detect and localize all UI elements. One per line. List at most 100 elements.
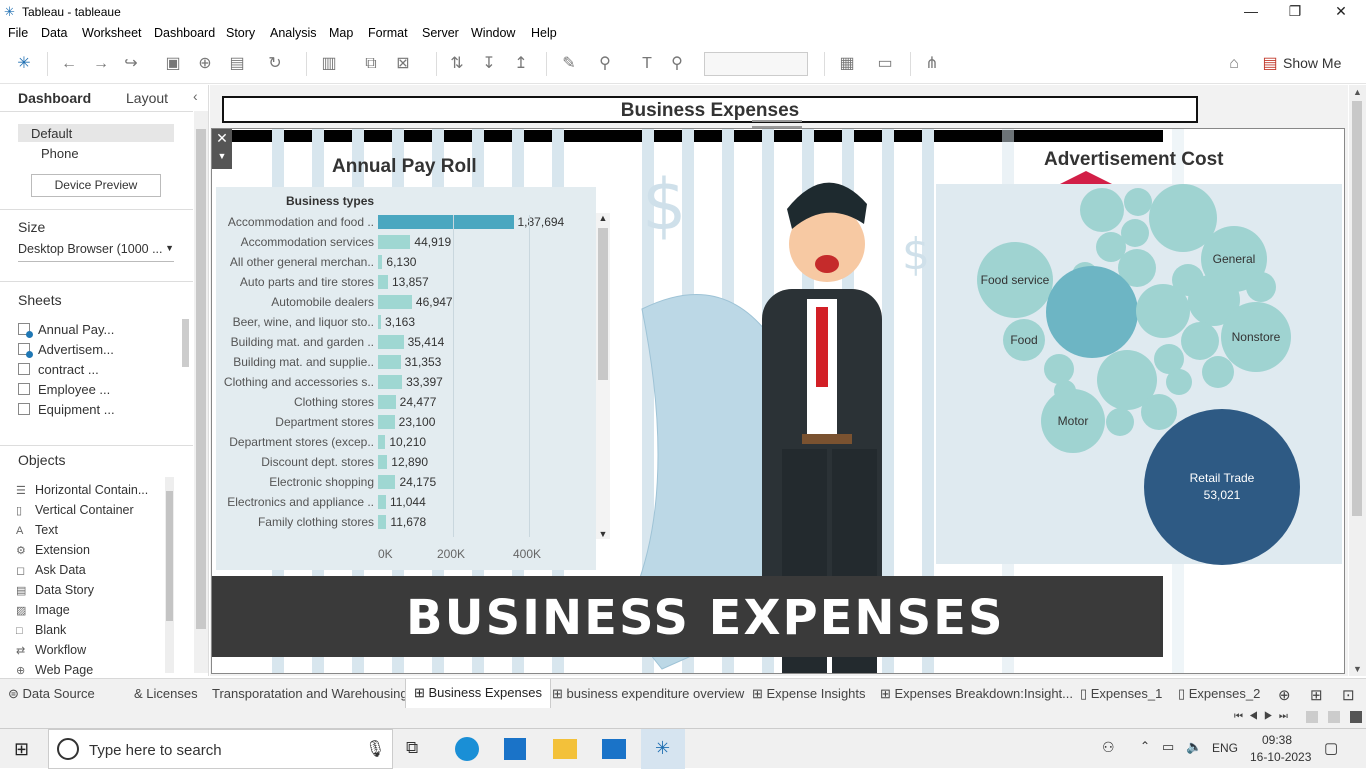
microphone-icon[interactable]: 🎙 bbox=[365, 739, 385, 759]
scroll-down-icon[interactable]: ▼ bbox=[1349, 664, 1366, 674]
bar[interactable] bbox=[378, 255, 383, 269]
table-row[interactable]: Auto parts and tire stores 13,857 bbox=[216, 272, 596, 292]
tab-expenses-1[interactable]: ▯ Expenses_1 bbox=[1080, 686, 1162, 702]
sheet-item[interactable]: contract ... bbox=[18, 362, 99, 377]
table-row[interactable]: Accommodation services 44,919 bbox=[216, 232, 596, 252]
bar[interactable] bbox=[378, 515, 387, 529]
pause-update-icon[interactable]: ▤ bbox=[226, 53, 248, 75]
menu-story[interactable]: Story bbox=[226, 26, 255, 40]
bar[interactable] bbox=[378, 415, 395, 429]
tab-expense-insights[interactable]: ⊞ Expense Insights bbox=[752, 686, 866, 702]
store-icon[interactable] bbox=[504, 738, 526, 760]
show-sheet-sorter-icon[interactable] bbox=[1328, 711, 1340, 723]
object-vertical-container[interactable]: ▯ Vertical Container bbox=[16, 503, 134, 517]
object-text[interactable]: A Text bbox=[16, 523, 58, 537]
table-row[interactable]: Beer, wine, and liquor sto.. 3,163 bbox=[216, 312, 596, 332]
task-view-icon[interactable]: ⧉ bbox=[406, 738, 418, 758]
canvas-scrollbar[interactable]: ▲ ▼ bbox=[1349, 85, 1366, 676]
sort-descending-icon[interactable]: ↥ bbox=[510, 53, 532, 75]
bar[interactable] bbox=[378, 355, 401, 369]
show-me-button[interactable]: Show Me bbox=[1283, 55, 1341, 71]
sheet-item[interactable]: Employee ... bbox=[18, 382, 110, 397]
tab-licenses[interactable]: & Licenses bbox=[134, 686, 198, 701]
device-preview-button[interactable]: Device Preview bbox=[31, 174, 161, 197]
collapse-panel-icon[interactable]: ‹ bbox=[193, 88, 198, 104]
payroll-scrollbar[interactable]: ▲ ▼ bbox=[596, 213, 610, 539]
bubble-food-service[interactable]: Food service bbox=[977, 242, 1053, 318]
refresh-icon[interactable]: ↻ bbox=[264, 53, 286, 75]
bubble-motor[interactable]: Motor bbox=[1041, 389, 1105, 453]
bubble-large[interactable] bbox=[1046, 266, 1138, 358]
clock-date[interactable]: 16-10-2023 bbox=[1250, 750, 1311, 764]
object-image[interactable]: ▨ Image bbox=[16, 603, 70, 617]
table-row[interactable]: Building mat. and supplie.. 31,353 bbox=[216, 352, 596, 372]
bar[interactable] bbox=[378, 455, 388, 469]
scroll-up-icon[interactable]: ▲ bbox=[1349, 87, 1366, 97]
bar[interactable] bbox=[378, 275, 388, 289]
tab-dashboard[interactable]: Dashboard bbox=[18, 90, 91, 106]
bubble-retail-trade[interactable]: Retail Trade 53,021 bbox=[1144, 409, 1300, 565]
bar[interactable] bbox=[378, 295, 412, 309]
swap-icon[interactable]: ⇅ bbox=[446, 53, 468, 75]
tab-data-source[interactable]: ⊜ Data Source bbox=[8, 686, 95, 702]
show-me-icon[interactable]: ▤ bbox=[1259, 53, 1281, 75]
object-extension[interactable]: ⚙ Extension bbox=[16, 543, 90, 557]
bubble-food[interactable]: Food bbox=[1003, 319, 1045, 361]
table-row[interactable]: Clothing stores 24,477 bbox=[216, 392, 596, 412]
presentation-mode-icon[interactable]: ▭ bbox=[874, 53, 896, 75]
bar[interactable] bbox=[378, 395, 396, 409]
device-phone[interactable]: Phone bbox=[41, 146, 79, 161]
menu-help[interactable]: Help bbox=[531, 26, 557, 40]
menu-worksheet[interactable]: Worksheet bbox=[82, 26, 142, 40]
share-icon[interactable]: ⋔ bbox=[921, 53, 943, 75]
object-blank[interactable]: □ Blank bbox=[16, 623, 66, 637]
panel-scrollbar[interactable] bbox=[194, 111, 208, 673]
new-worksheet-icon[interactable]: ▥ bbox=[318, 53, 340, 75]
show-tabs-icon[interactable] bbox=[1350, 711, 1362, 723]
close-icon[interactable]: ✕ bbox=[1318, 0, 1364, 24]
new-datasource-icon[interactable]: ⊕ bbox=[194, 53, 216, 75]
table-row[interactable]: Building mat. and garden .. 35,414 bbox=[216, 332, 596, 352]
menu-format[interactable]: Format bbox=[368, 26, 408, 40]
clock-time[interactable]: 09:38 bbox=[1262, 733, 1292, 747]
sheet-navigation-icon[interactable]: ⏮◀▶⏭ bbox=[1234, 711, 1294, 722]
object-web-page[interactable]: ⊕ Web Page bbox=[16, 663, 93, 677]
edge-browser-icon[interactable] bbox=[455, 737, 479, 761]
bar[interactable] bbox=[378, 495, 386, 509]
highlight-icon[interactable]: ✎ bbox=[558, 53, 580, 75]
sheet-item[interactable]: Equipment ... bbox=[18, 402, 115, 417]
object-horizontal-container[interactable]: ☰ Horizontal Contain... bbox=[16, 483, 148, 497]
new-story-tab-icon[interactable]: ⊡ bbox=[1342, 686, 1355, 704]
container-handle[interactable]: ✕ ▼ bbox=[212, 129, 232, 169]
bar[interactable] bbox=[378, 315, 381, 329]
windows-start-icon[interactable]: ⊞ bbox=[14, 739, 29, 760]
table-row[interactable]: All other general merchan.. 6,130 bbox=[216, 252, 596, 272]
replay-icon[interactable]: ↪ bbox=[120, 53, 142, 75]
menu-analysis[interactable]: Analysis bbox=[270, 26, 317, 40]
sheet-item[interactable]: Advertisem... bbox=[18, 342, 114, 358]
restore-icon[interactable]: ❐ bbox=[1272, 0, 1318, 24]
show-cards-icon[interactable]: ▦ bbox=[836, 53, 858, 75]
pin-icon[interactable]: ⚲ bbox=[666, 53, 688, 75]
table-row[interactable]: Automobile dealers 46,947 bbox=[216, 292, 596, 312]
dashboard-title-box[interactable]: Business Expenses bbox=[222, 96, 1198, 123]
menu-data[interactable]: Data bbox=[41, 26, 67, 40]
table-row[interactable]: Department stores 23,100 bbox=[216, 412, 596, 432]
clear-sheet-icon[interactable]: ⊠ bbox=[392, 53, 414, 75]
bar[interactable] bbox=[378, 215, 514, 229]
drag-handle[interactable] bbox=[752, 120, 802, 128]
fit-dropdown[interactable] bbox=[704, 52, 808, 76]
tab-transportation[interactable]: Transporatation and Warehousing bbox=[212, 686, 408, 701]
redo-icon[interactable]: → bbox=[90, 53, 112, 75]
close-icon[interactable]: ✕ bbox=[212, 129, 232, 147]
bar[interactable] bbox=[378, 335, 404, 349]
tableau-taskbar-button[interactable]: ✳ bbox=[641, 729, 685, 769]
save-icon[interactable]: ▣ bbox=[162, 53, 184, 75]
tab-expenses-2[interactable]: ▯ Expenses_2 bbox=[1178, 686, 1260, 702]
tableau-home-icon[interactable]: ✳ bbox=[13, 53, 35, 75]
table-row[interactable]: Accommodation and food .. 1,87,694 bbox=[216, 212, 596, 232]
object-data-story[interactable]: ▤ Data Story bbox=[16, 583, 94, 597]
tab-business-expenditure-overview[interactable]: ⊞ business expenditure overview bbox=[552, 686, 744, 702]
duplicate-icon[interactable]: ⧉ bbox=[360, 53, 382, 75]
objects-scrollbar[interactable] bbox=[165, 477, 174, 673]
